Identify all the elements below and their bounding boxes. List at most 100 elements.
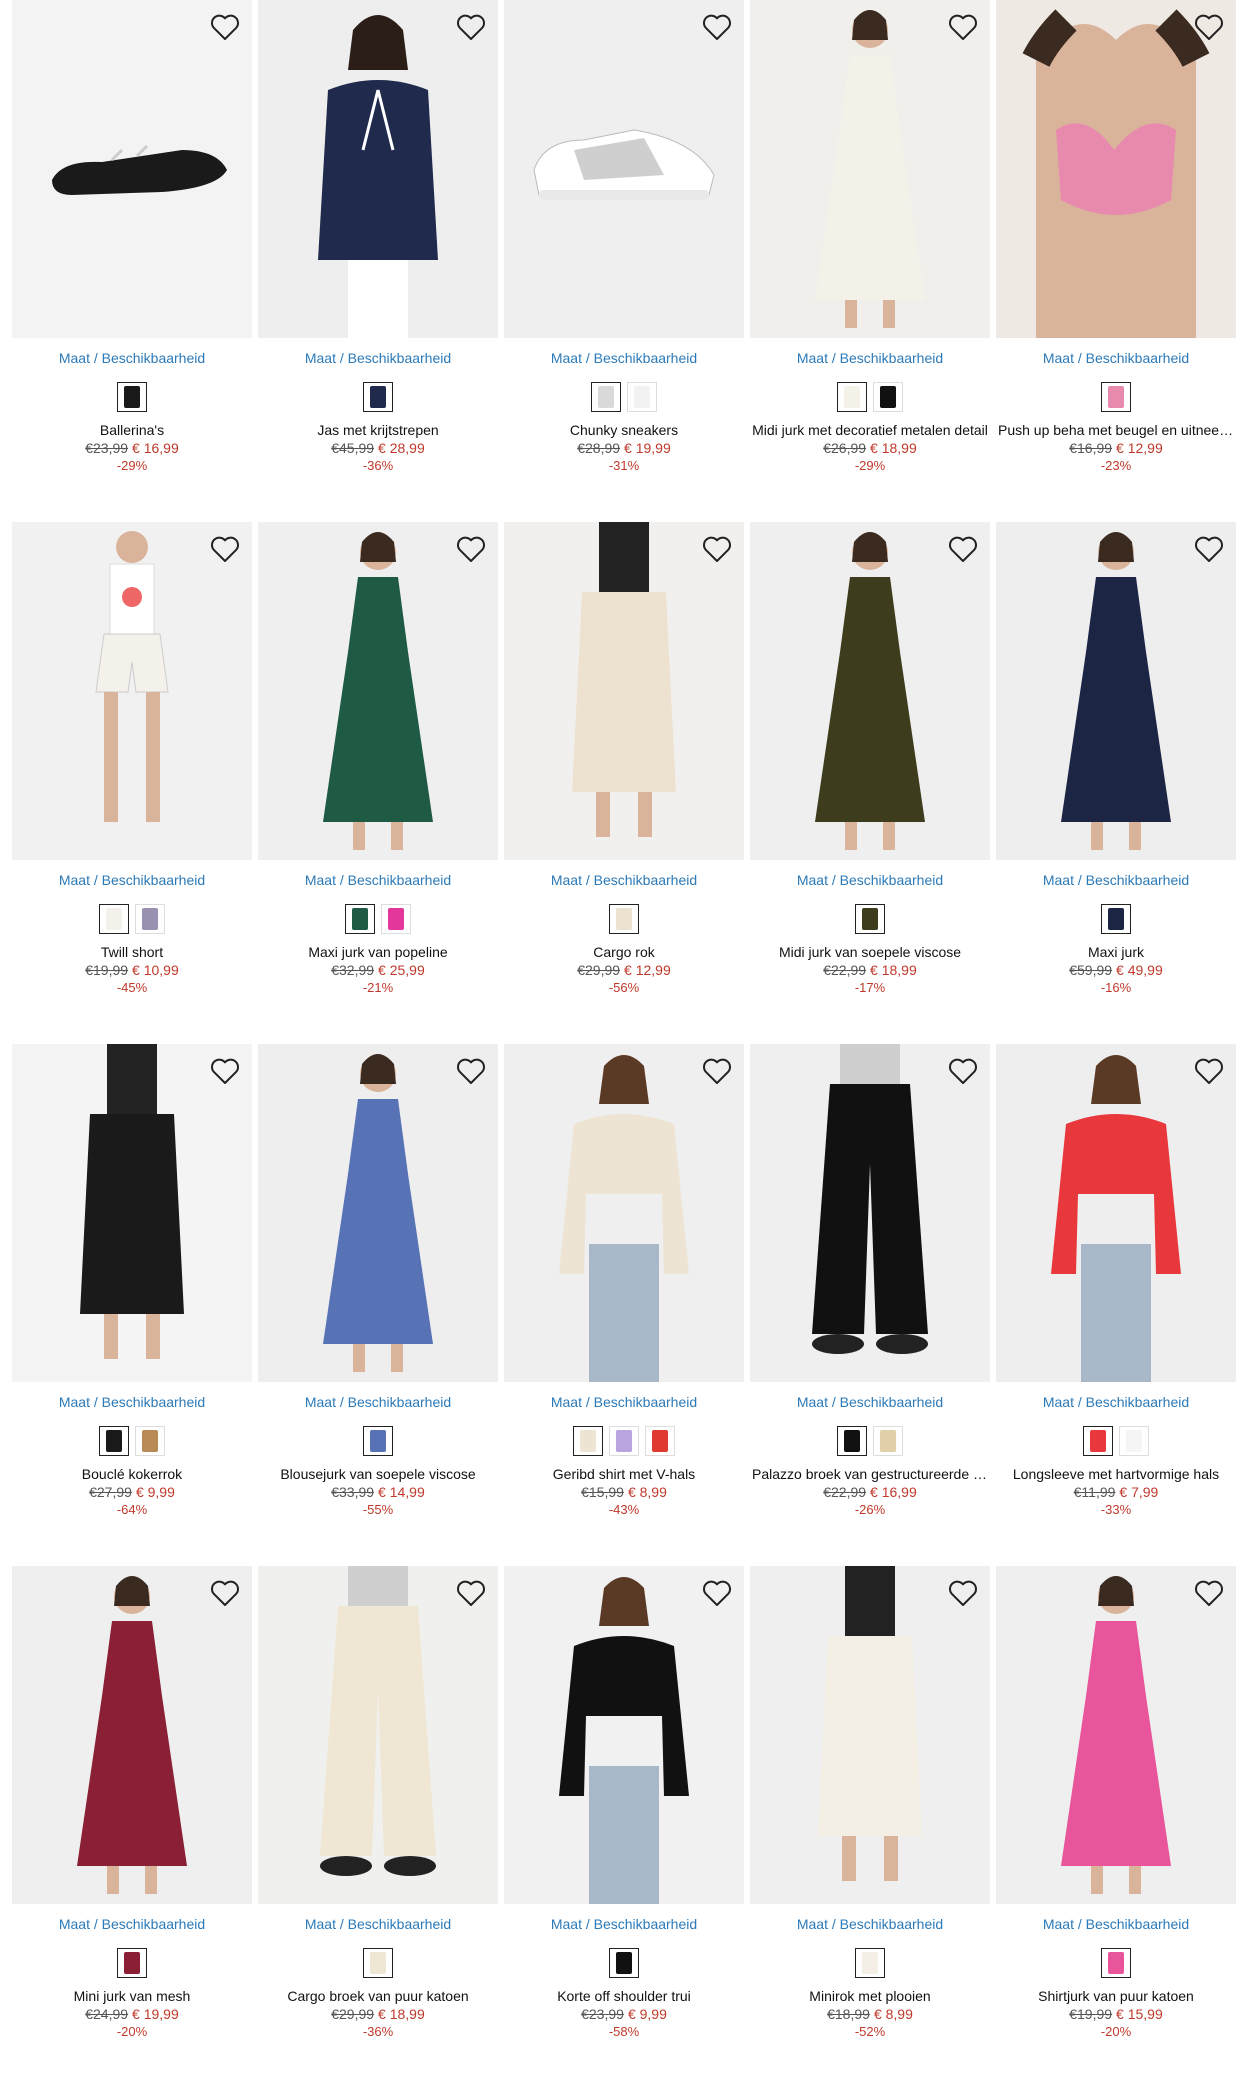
product-card[interactable]: Maat / Beschikbaarheid Cargo rok €29,99 € 1… (504, 522, 744, 1044)
product-image[interactable] (996, 522, 1236, 860)
product-image[interactable] (996, 0, 1236, 338)
wishlist-heart-icon[interactable] (1192, 532, 1226, 566)
availability-link[interactable]: Maat / Beschikbaarheid (504, 872, 744, 888)
product-name[interactable]: Maxi jurk (996, 944, 1236, 960)
product-image[interactable] (750, 1044, 990, 1382)
availability-link[interactable]: Maat / Beschikbaarheid (12, 1394, 252, 1410)
product-card[interactable]: Maat / Beschikbaarheid Twill short €19,99 €… (12, 522, 252, 1044)
color-swatch[interactable] (573, 1426, 603, 1456)
product-name[interactable]: Minirok met plooien (750, 1988, 990, 2004)
availability-link[interactable]: Maat / Beschikbaarheid (258, 872, 498, 888)
product-image[interactable] (258, 1044, 498, 1382)
color-swatch[interactable] (363, 1426, 393, 1456)
color-swatch[interactable] (381, 904, 411, 934)
color-swatch[interactable] (1101, 1948, 1131, 1978)
availability-link[interactable]: Maat / Beschikbaarheid (996, 350, 1236, 366)
availability-link[interactable]: Maat / Beschikbaarheid (258, 1916, 498, 1932)
color-swatch[interactable] (609, 904, 639, 934)
availability-link[interactable]: Maat / Beschikbaarheid (750, 350, 990, 366)
color-swatch[interactable] (99, 904, 129, 934)
product-name[interactable]: Blousejurk van soepele viscose (258, 1466, 498, 1482)
product-name[interactable]: Korte off shoulder trui (504, 1988, 744, 2004)
color-swatch[interactable] (609, 1948, 639, 1978)
wishlist-heart-icon[interactable] (700, 1576, 734, 1610)
product-image[interactable] (504, 1044, 744, 1382)
wishlist-heart-icon[interactable] (1192, 10, 1226, 44)
wishlist-heart-icon[interactable] (454, 1576, 488, 1610)
wishlist-heart-icon[interactable] (208, 1054, 242, 1088)
product-name[interactable]: Cargo rok (504, 944, 744, 960)
wishlist-heart-icon[interactable] (454, 1054, 488, 1088)
color-swatch[interactable] (591, 382, 621, 412)
product-name[interactable]: Ballerina's (12, 422, 252, 438)
product-card[interactable]: Maat / Beschikbaarheid Blousejurk van soe… (258, 1044, 498, 1566)
availability-link[interactable]: Maat / Beschikbaarheid (504, 350, 744, 366)
product-name[interactable]: Geribd shirt met V-hals (504, 1466, 744, 1482)
availability-link[interactable]: Maat / Beschikbaarheid (996, 1394, 1236, 1410)
product-image[interactable] (12, 522, 252, 860)
product-card[interactable]: Maat / Beschikbaarheid Geribd shirt met V… (504, 1044, 744, 1566)
product-card[interactable]: Maat / Beschikbaarheid Cargo broek van pu… (258, 1566, 498, 2088)
product-card[interactable]: Maat / Beschikbaarheid Longsleeve met har… (996, 1044, 1236, 1566)
wishlist-heart-icon[interactable] (454, 532, 488, 566)
availability-link[interactable]: Maat / Beschikbaarheid (258, 1394, 498, 1410)
product-card[interactable]: Maat / Beschikbaarheid Midi jurk van soep… (750, 522, 990, 1044)
product-card[interactable]: Maat / Beschikbaarheid Bouclé kokerrok €27… (12, 1044, 252, 1566)
wishlist-heart-icon[interactable] (208, 10, 242, 44)
product-name[interactable]: Midi jurk met decoratief metalen detail (750, 422, 990, 438)
color-swatch[interactable] (645, 1426, 675, 1456)
product-name[interactable]: Jas met krijtstrepen (258, 422, 498, 438)
wishlist-heart-icon[interactable] (946, 1576, 980, 1610)
wishlist-heart-icon[interactable] (208, 532, 242, 566)
wishlist-heart-icon[interactable] (946, 10, 980, 44)
color-swatch[interactable] (117, 1948, 147, 1978)
color-swatch[interactable] (1083, 1426, 1113, 1456)
product-card[interactable]: Maat / Beschikbaarheid Minirok met plooie… (750, 1566, 990, 2088)
color-swatch[interactable] (873, 1426, 903, 1456)
color-swatch[interactable] (117, 382, 147, 412)
product-image[interactable] (504, 522, 744, 860)
product-image[interactable] (12, 1044, 252, 1382)
color-swatch[interactable] (873, 382, 903, 412)
color-swatch[interactable] (99, 1426, 129, 1456)
product-name[interactable]: Shirtjurk van puur katoen (996, 1988, 1236, 2004)
product-image[interactable] (12, 0, 252, 338)
wishlist-heart-icon[interactable] (1192, 1576, 1226, 1610)
product-image[interactable] (750, 1566, 990, 1904)
availability-link[interactable]: Maat / Beschikbaarheid (258, 350, 498, 366)
product-name[interactable]: Midi jurk van soepele viscose (750, 944, 990, 960)
wishlist-heart-icon[interactable] (208, 1576, 242, 1610)
color-swatch[interactable] (363, 1948, 393, 1978)
product-card[interactable]: Maat / Beschikbaarheid Chunky sneakers €28… (504, 0, 744, 522)
wishlist-heart-icon[interactable] (946, 532, 980, 566)
color-swatch[interactable] (837, 382, 867, 412)
product-image[interactable] (504, 1566, 744, 1904)
availability-link[interactable]: Maat / Beschikbaarheid (750, 1394, 990, 1410)
wishlist-heart-icon[interactable] (946, 1054, 980, 1088)
product-image[interactable] (258, 0, 498, 338)
wishlist-heart-icon[interactable] (1192, 1054, 1226, 1088)
availability-link[interactable]: Maat / Beschikbaarheid (12, 1916, 252, 1932)
availability-link[interactable]: Maat / Beschikbaarheid (504, 1394, 744, 1410)
product-name[interactable]: Longsleeve met hartvormige hals (996, 1466, 1236, 1482)
color-swatch[interactable] (135, 1426, 165, 1456)
product-image[interactable] (996, 1044, 1236, 1382)
color-swatch[interactable] (609, 1426, 639, 1456)
product-card[interactable]: Maat / Beschikbaarheid Mini jurk van mesh… (12, 1566, 252, 2088)
product-image[interactable] (750, 0, 990, 338)
product-card[interactable]: Maat / Beschikbaarheid Push up beha met b… (996, 0, 1236, 522)
product-image[interactable] (258, 522, 498, 860)
product-image[interactable] (258, 1566, 498, 1904)
wishlist-heart-icon[interactable] (700, 1054, 734, 1088)
product-card[interactable]: Maat / Beschikbaarheid Korte off shoulder… (504, 1566, 744, 2088)
color-swatch[interactable] (1119, 1426, 1149, 1456)
availability-link[interactable]: Maat / Beschikbaarheid (750, 1916, 990, 1932)
product-name[interactable]: Twill short (12, 944, 252, 960)
product-image[interactable] (12, 1566, 252, 1904)
color-swatch[interactable] (135, 904, 165, 934)
product-image[interactable] (750, 522, 990, 860)
product-card[interactable]: Maat / Beschikbaarheid Midi jurk met deco… (750, 0, 990, 522)
product-name[interactable]: Palazzo broek van gestructureerde stof (750, 1466, 990, 1482)
color-swatch[interactable] (627, 382, 657, 412)
availability-link[interactable]: Maat / Beschikbaarheid (12, 350, 252, 366)
